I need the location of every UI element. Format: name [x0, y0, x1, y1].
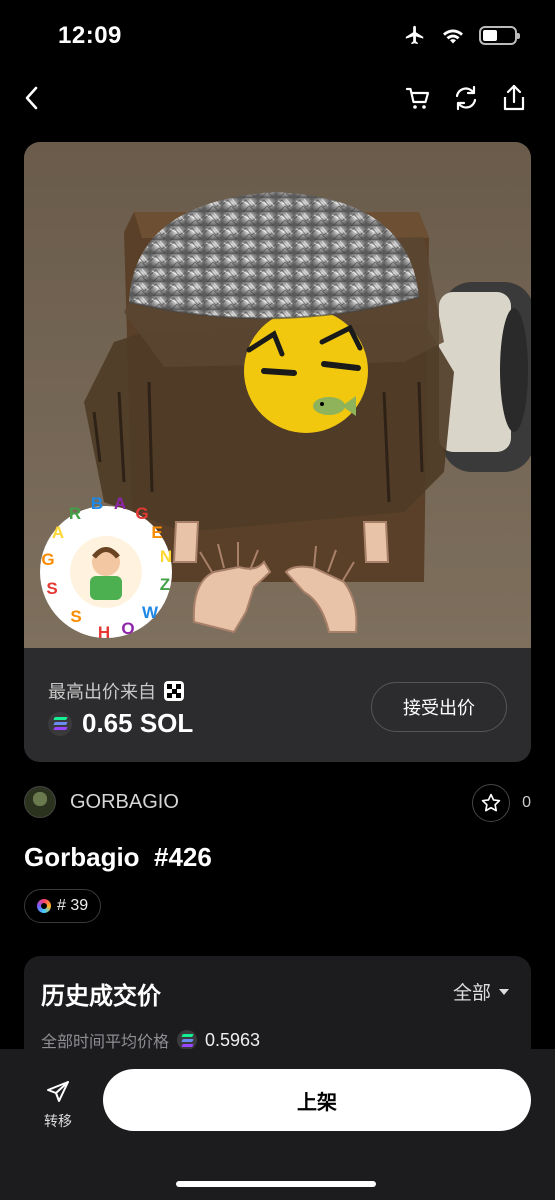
top-nav — [0, 78, 555, 120]
wifi-icon — [443, 29, 463, 44]
bottom-action-bar: 转移 上架 — [0, 1049, 555, 1200]
collection-avatar — [24, 786, 56, 818]
sticker-letter: G — [135, 504, 148, 523]
average-price-value: 0.5963 — [205, 1029, 261, 1050]
history-filter-dropdown[interactable]: 全部 — [453, 978, 509, 1005]
chevron-left-icon — [25, 86, 38, 110]
share-icon — [503, 84, 525, 111]
status-icons — [403, 24, 520, 46]
sol-icon — [177, 1030, 198, 1050]
home-indicator — [176, 1181, 376, 1187]
sticker-letter: A — [52, 523, 64, 542]
best-offer-panel: 最高出价来自 0.65 SOL 接受出价 — [24, 648, 531, 762]
sticker-letter: B — [91, 494, 103, 513]
best-offer-label-text: 最高出价来自 — [48, 682, 156, 702]
sticker-letter: S — [46, 579, 57, 598]
sticker-letter: S — [70, 607, 81, 626]
caret-down-icon — [499, 988, 509, 995]
sticker-letter: G — [41, 550, 54, 569]
rarity-rank-badge[interactable]: # 39 — [24, 889, 102, 923]
transfer-label: 转移 — [44, 1113, 72, 1129]
favorite-group: 0 — [472, 784, 531, 822]
history-filter-value: 全部 — [452, 983, 491, 1004]
sticker-letter: H — [98, 623, 110, 642]
sticker-letter: O — [121, 619, 134, 638]
nft-title: Gorbagio #426 — [24, 842, 212, 872]
status-time: 12:09 — [58, 22, 122, 49]
status-bar: 12:09 — [0, 0, 555, 72]
sol-icon — [48, 711, 72, 736]
sticker-letter: E — [151, 523, 162, 542]
sticker-letter: R — [69, 504, 81, 523]
refresh-button[interactable] — [446, 78, 486, 118]
sticker-letter: Z — [160, 575, 170, 594]
cart-button[interactable] — [398, 78, 438, 118]
favorite-count: 0 — [522, 794, 531, 811]
sticker-letter: W — [142, 603, 159, 622]
favorite-button[interactable] — [472, 784, 511, 822]
transfer-button[interactable]: 转移 — [38, 1079, 78, 1131]
rarity-icon — [37, 899, 51, 913]
sticker-letter: A — [114, 494, 126, 513]
best-offer-value: 0.65 SOL — [82, 708, 194, 738]
cart-icon — [405, 87, 430, 109]
price-history-title: 历史成交价 — [41, 983, 161, 1010]
okx-logo-icon — [164, 681, 184, 701]
airplane-icon — [405, 25, 424, 45]
battery-icon — [479, 25, 520, 45]
refresh-icon — [455, 85, 477, 111]
sticker-letter: N — [160, 547, 172, 566]
collection-name: GORBAGIO — [70, 790, 179, 813]
back-button[interactable] — [12, 78, 52, 118]
best-offer-label: 最高出价来自 — [48, 678, 184, 704]
star-icon — [481, 793, 501, 812]
list-for-sale-button[interactable]: 上架 — [103, 1069, 531, 1131]
nft-image[interactable]: S G A R B A G E N Z W O H S — [24, 142, 531, 648]
rarity-rank: # 39 — [57, 897, 89, 914]
best-offer-price: 0.65 SOL — [48, 708, 193, 739]
collection-link[interactable]: GORBAGIO — [24, 786, 179, 818]
nft-card: S G A R B A G E N Z W O H S 最高出价来自 0.65 … — [24, 142, 531, 762]
share-button[interactable] — [494, 78, 534, 118]
accept-offer-button[interactable]: 接受出价 — [371, 682, 507, 732]
send-icon — [47, 1081, 69, 1102]
